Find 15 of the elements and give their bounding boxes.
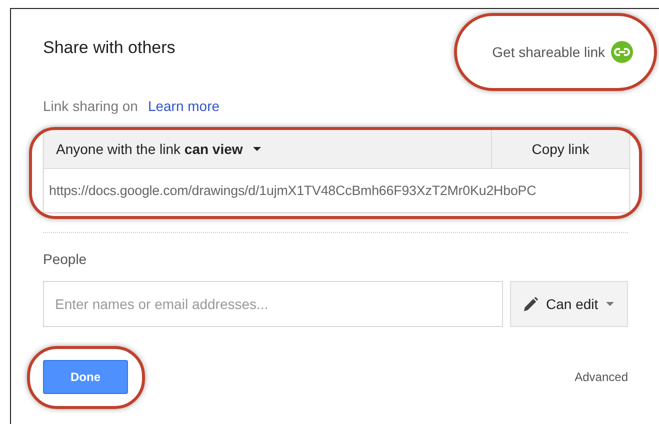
people-label: People xyxy=(43,251,88,267)
people-input-field[interactable]: Enter names or email addresses... xyxy=(43,281,503,327)
dialog-title: Share with others xyxy=(43,38,176,58)
caret-icon xyxy=(606,302,614,306)
advanced-link[interactable]: Advanced xyxy=(574,370,628,384)
sharing-status: Link sharing on xyxy=(43,98,138,116)
learn-more-link[interactable]: Learn more xyxy=(148,98,220,120)
caret-icon xyxy=(252,147,261,151)
copy-link-button[interactable]: Copy link xyxy=(491,130,629,168)
get-link-button[interactable]: Get shareable link xyxy=(482,35,633,69)
url-field[interactable]: https://docs.google.com/drawings/d/1ujmX1TV48CcBmh66F93XzT2Mr0Ku2HboPC xyxy=(44,169,629,212)
permission-dropdown[interactable]: Can edit xyxy=(510,281,628,327)
access-dropdown[interactable]: Anyone with the link can view xyxy=(44,130,491,168)
pencil-icon xyxy=(523,296,538,312)
link-icon xyxy=(611,41,633,63)
